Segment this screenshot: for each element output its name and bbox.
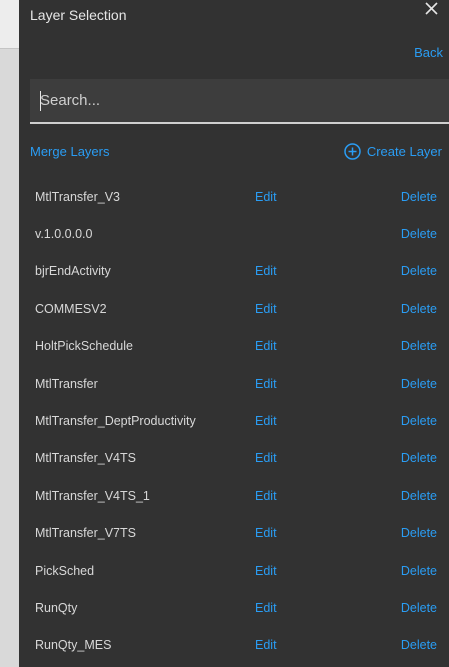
edit-link[interactable]: Edit (255, 414, 277, 428)
layer-name: v.1.0.0.0.0 (35, 227, 93, 242)
edit-link[interactable]: Edit (255, 451, 277, 465)
layer-name: MtlTransfer_DeptProductivity (35, 414, 196, 429)
create-layer-label: Create Layer (366, 144, 442, 159)
create-layer-button[interactable]: Create Layer (344, 143, 442, 160)
edit-link[interactable]: Edit (255, 339, 277, 353)
layer-name: MtlTransfer (35, 376, 98, 391)
layer-selection-panel: Layer Selection Back Merge Layers Create… (19, 0, 449, 667)
delete-link[interactable]: Delete (401, 302, 437, 316)
layer-row: MtlTransfer_V3 Edit Delete (19, 178, 449, 215)
layer-name: MtlTransfer_V7TS (35, 526, 136, 541)
edit-link[interactable]: Edit (255, 377, 277, 391)
layer-row: MtlTransfer_V4TS_1 Edit Delete (19, 477, 449, 514)
search-input[interactable] (30, 79, 449, 122)
edit-link[interactable]: Edit (255, 190, 277, 204)
delete-link[interactable]: Delete (401, 339, 437, 353)
layer-row: MtlTransfer_V4TS Edit Delete (19, 440, 449, 477)
delete-link[interactable]: Delete (401, 414, 437, 428)
edit-link[interactable]: Edit (255, 489, 277, 503)
delete-link[interactable]: Delete (401, 377, 437, 391)
layer-row: RunQty_MES Edit Delete (19, 627, 449, 664)
edit-link[interactable]: Edit (255, 601, 277, 615)
close-button[interactable] (420, 0, 442, 20)
delete-link[interactable]: Delete (401, 190, 437, 204)
delete-link[interactable]: Delete (401, 227, 437, 241)
layer-name: RunQty_MES (35, 638, 112, 653)
delete-link[interactable]: Delete (401, 564, 437, 578)
close-icon (425, 2, 438, 15)
layer-row: HoltPickSchedule Edit Delete (19, 328, 449, 365)
layer-list: MtlTransfer_V3 Edit Delete v.1.0.0.0.0 D… (19, 178, 449, 664)
search-box (30, 79, 449, 124)
layer-name: RunQty (35, 600, 78, 615)
background-header-area (0, 0, 19, 48)
delete-link[interactable]: Delete (401, 489, 437, 503)
plus-circle-icon (344, 143, 361, 160)
delete-link[interactable]: Delete (401, 264, 437, 278)
delete-link[interactable]: Delete (401, 526, 437, 540)
delete-link[interactable]: Delete (401, 638, 437, 652)
layer-row: RunQty Edit Delete (19, 589, 449, 626)
layer-name: HoltPickSchedule (35, 339, 133, 354)
layer-name: PickSched (35, 563, 95, 578)
layer-row: bjrEndActivity Edit Delete (19, 253, 449, 290)
layer-name: bjrEndActivity (35, 264, 111, 279)
layer-name: COMMESV2 (35, 301, 107, 316)
edit-link[interactable]: Edit (255, 638, 277, 652)
delete-link[interactable]: Delete (401, 451, 437, 465)
edit-link[interactable]: Edit (255, 564, 277, 578)
back-link[interactable]: Back (414, 45, 443, 60)
merge-layers-link[interactable]: Merge Layers (30, 144, 109, 159)
layer-row: v.1.0.0.0.0 Delete (19, 215, 449, 252)
layer-row: MtlTransfer_V7TS Edit Delete (19, 515, 449, 552)
delete-link[interactable]: Delete (401, 601, 437, 615)
text-caret (40, 91, 41, 111)
layer-row: MtlTransfer Edit Delete (19, 365, 449, 402)
layer-row: MtlTransfer_DeptProductivity Edit Delete (19, 402, 449, 439)
layer-name: MtlTransfer_V3 (35, 189, 120, 204)
layer-name: MtlTransfer_V4TS (35, 451, 136, 466)
layer-row: PickSched Edit Delete (19, 552, 449, 589)
background-divider (0, 48, 19, 49)
edit-link[interactable]: Edit (255, 302, 277, 316)
edit-link[interactable]: Edit (255, 264, 277, 278)
edit-link[interactable]: Edit (255, 526, 277, 540)
panel-title: Layer Selection (30, 7, 127, 23)
layer-name: MtlTransfer_V4TS_1 (35, 488, 150, 503)
layer-row: COMMESV2 Edit Delete (19, 290, 449, 327)
background-page-strip (0, 0, 19, 667)
